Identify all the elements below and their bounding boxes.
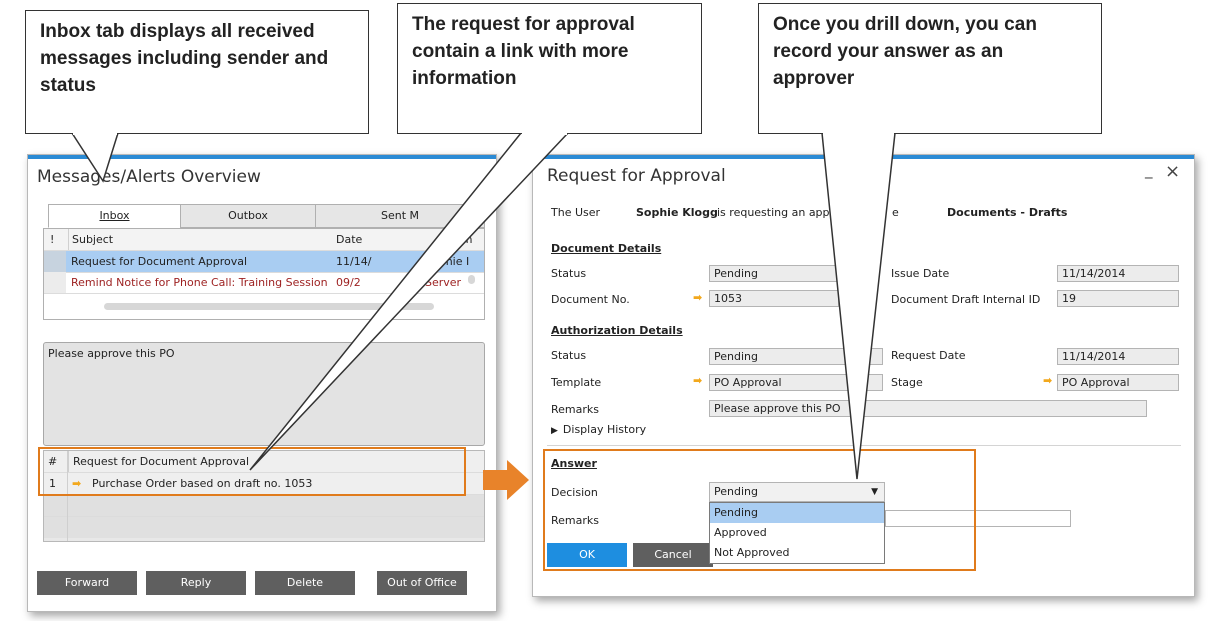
callout-request-link: The request for approval contain a link … bbox=[397, 3, 702, 134]
pointer-seam bbox=[522, 132, 567, 135]
callout-answer: Once you drill down, you can record your… bbox=[758, 3, 1102, 134]
pointer-seam bbox=[823, 132, 894, 135]
pointer-seam bbox=[73, 132, 117, 135]
callout-inbox: Inbox tab displays all received messages… bbox=[25, 10, 369, 134]
